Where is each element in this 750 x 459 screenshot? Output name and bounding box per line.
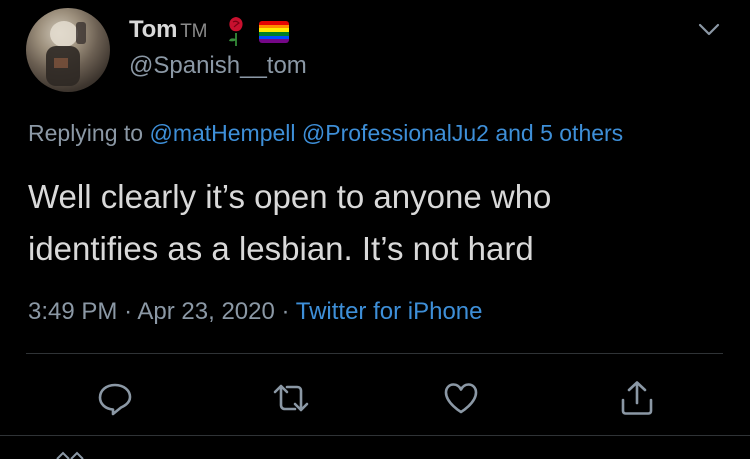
separator-dot: · — [124, 298, 133, 325]
author-display-name[interactable]: Tom TM — [129, 16, 208, 44]
tweet-time[interactable]: 3:49 PM — [28, 298, 117, 325]
reply-context: Replying to @matHempell @ProfessionalJu2… — [28, 120, 623, 147]
others-link[interactable]: 5 others — [540, 120, 623, 146]
tweet-source-link[interactable]: Twitter for iPhone — [296, 298, 483, 325]
divider — [26, 353, 723, 354]
display-name-suffix: TM — [180, 21, 208, 42]
divider — [0, 435, 750, 436]
tweet-text: Well clearly it’s open to anyone who ide… — [28, 178, 552, 267]
display-name-text: Tom — [129, 16, 178, 43]
retweet-icon — [273, 384, 309, 412]
avatar[interactable] — [26, 8, 110, 92]
retweet-button[interactable] — [271, 378, 311, 418]
mention-link[interactable]: @matHempell — [149, 120, 295, 146]
like-button[interactable] — [441, 378, 481, 418]
like-icon — [444, 383, 478, 414]
avatar-photo-icon — [46, 21, 86, 86]
tweet-date[interactable]: Apr 23, 2020 — [137, 298, 274, 325]
separator-dot: · — [281, 298, 290, 325]
tweet-metadata: 3:49 PM · Apr 23, 2020 · Twitter for iPh… — [28, 298, 483, 326]
reply-button[interactable] — [95, 378, 135, 418]
mention-link[interactable]: @ProfessionalJu2 — [302, 120, 489, 146]
next-tweet-retweet-icon — [56, 451, 84, 459]
reply-icon — [98, 383, 132, 416]
rainbow-flag-icon — [259, 21, 289, 43]
reply-joiner: and — [495, 120, 534, 146]
share-icon — [621, 381, 653, 415]
tweet-detail: Tom TM @Spanish__tom Replying to @matHemp… — [0, 0, 750, 459]
chevron-down-icon[interactable] — [697, 21, 721, 39]
reply-prefix: Replying to — [28, 120, 144, 146]
share-button[interactable] — [617, 378, 657, 418]
rose-icon — [229, 17, 243, 46]
author-handle[interactable]: @Spanish__tom — [129, 52, 307, 80]
